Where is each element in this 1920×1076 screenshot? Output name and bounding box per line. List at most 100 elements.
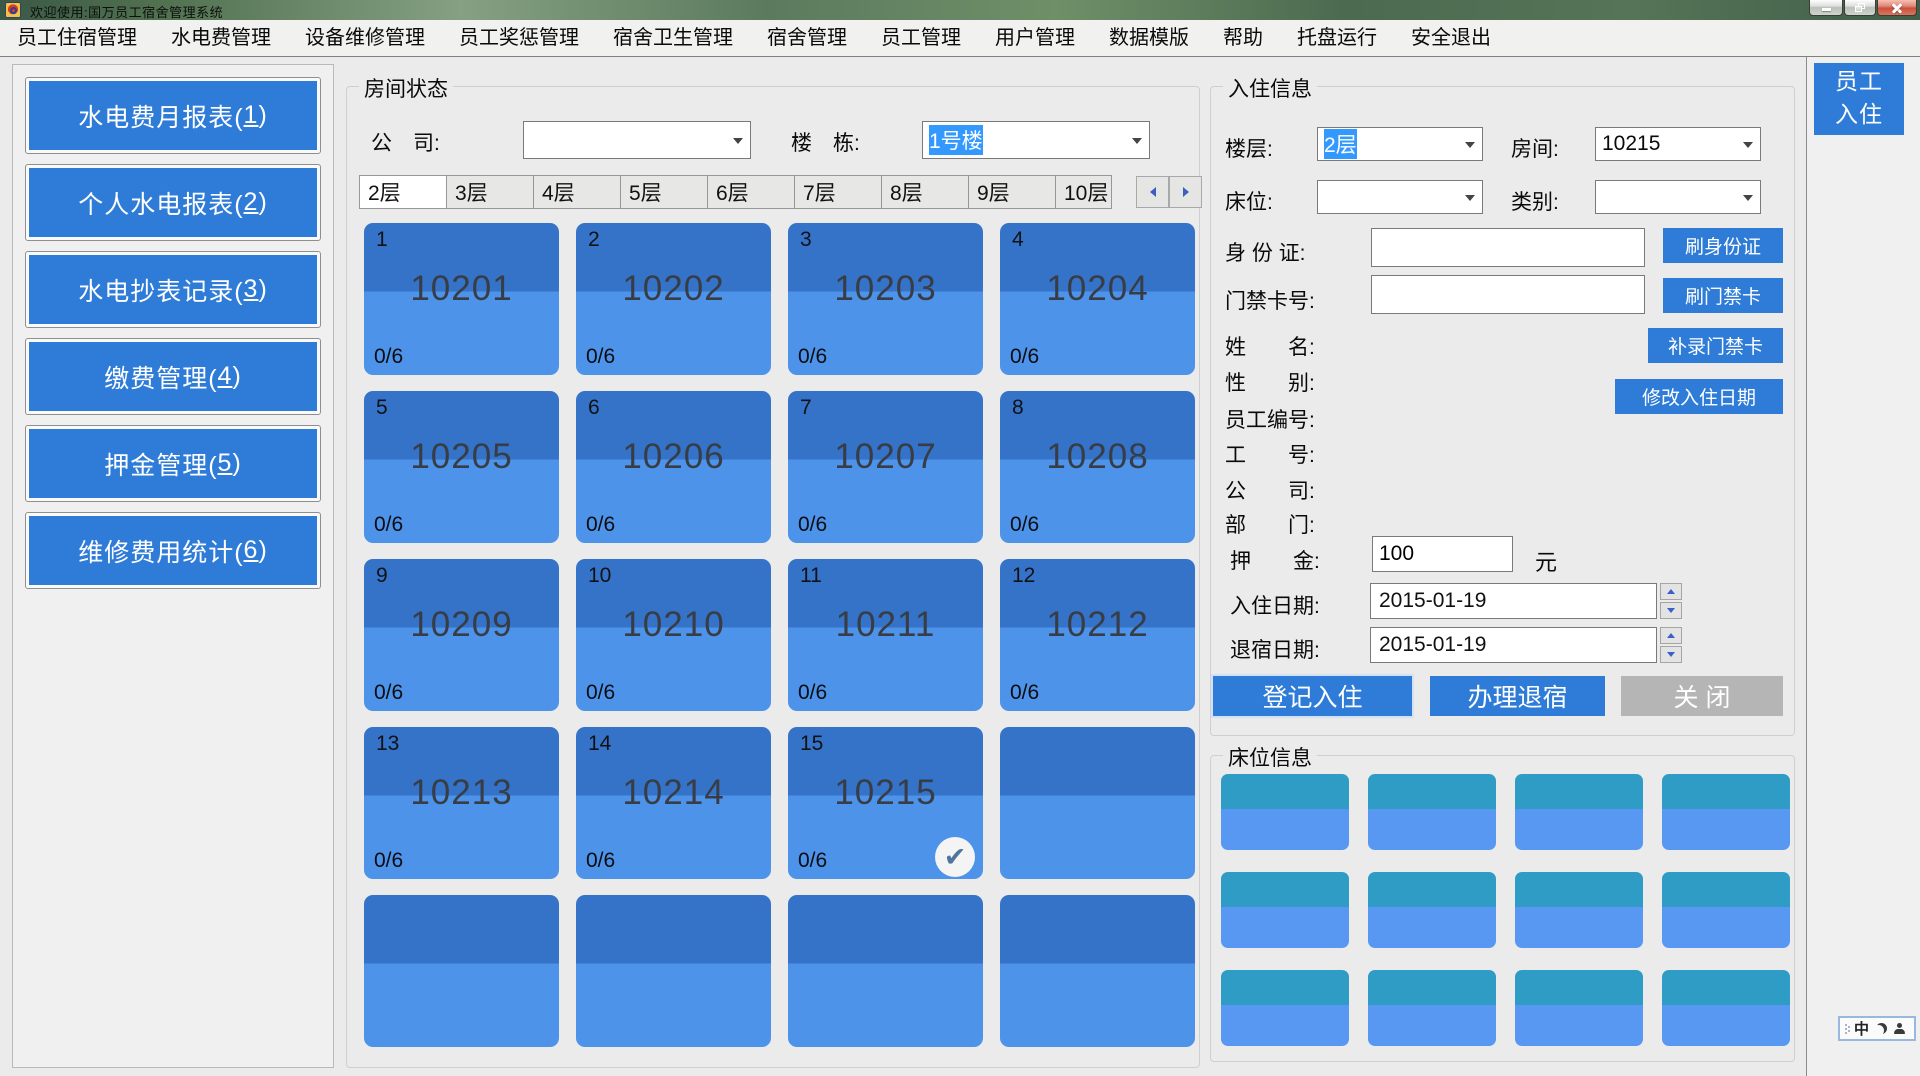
- menu-item[interactable]: 宿舍管理: [750, 20, 864, 56]
- floor-tab[interactable]: 6层: [707, 175, 795, 209]
- menu-item[interactable]: 宿舍卫生管理: [596, 20, 750, 56]
- sidebar-button[interactable]: 缴费管理(4): [25, 338, 321, 415]
- sidebar-button[interactable]: 个人水电报表(2): [25, 164, 321, 241]
- process-checkout-button[interactable]: 办理退宿: [1430, 676, 1605, 716]
- room-occupancy: 0/6: [374, 345, 403, 369]
- bed-card[interactable]: [1662, 970, 1790, 1046]
- bed-card[interactable]: [1515, 774, 1643, 850]
- room-card[interactable]: 5102050/6: [364, 391, 559, 543]
- room-card-empty[interactable]: [788, 895, 983, 1047]
- menu-item[interactable]: 水电费管理: [154, 20, 288, 56]
- menu-item[interactable]: 帮助: [1206, 20, 1280, 56]
- bed-combobox[interactable]: [1317, 180, 1483, 214]
- bed-card[interactable]: [1515, 970, 1643, 1046]
- floor-tab[interactable]: 10层: [1055, 175, 1112, 209]
- category-combobox[interactable]: [1595, 180, 1761, 214]
- ime-language-bar[interactable]: 中: [1838, 1016, 1916, 1041]
- room-card[interactable]: 14102140/6: [576, 727, 771, 879]
- close-panel-button[interactable]: 关 闭: [1621, 676, 1783, 716]
- scan-id-card-button[interactable]: 刷身份证: [1663, 228, 1783, 263]
- room-card[interactable]: 4102040/6: [1000, 223, 1195, 375]
- room-card-empty[interactable]: [364, 895, 559, 1047]
- room-card[interactable]: 7102070/6: [788, 391, 983, 543]
- floor-tab[interactable]: 8层: [881, 175, 969, 209]
- menu-item[interactable]: 用户管理: [978, 20, 1092, 56]
- room-card-empty[interactable]: [1000, 727, 1195, 879]
- deposit-input[interactable]: [1372, 536, 1513, 572]
- ime-fullwidth-moon-icon[interactable]: [1876, 1023, 1887, 1034]
- checkout-date-field[interactable]: 2015-01-19: [1370, 627, 1657, 663]
- tab-scroll-right-button[interactable]: [1169, 176, 1202, 208]
- floor-tab[interactable]: 2层: [359, 175, 447, 209]
- menu-item[interactable]: 设备维修管理: [288, 20, 442, 56]
- sidebar-button-label: 水电抄表记录(3): [29, 255, 317, 324]
- sidebar-button[interactable]: 维修费用统计(6): [25, 512, 321, 589]
- spin-down-button[interactable]: [1660, 646, 1682, 663]
- room-card[interactable]: 12102120/6: [1000, 559, 1195, 711]
- room-occupancy: 0/6: [1010, 513, 1039, 537]
- app-icon: [5, 2, 21, 18]
- room-card[interactable]: 9102090/6: [364, 559, 559, 711]
- menu-item[interactable]: 安全退出: [1394, 20, 1508, 56]
- sidebar-button[interactable]: 水电费月报表(1): [25, 77, 321, 154]
- bed-card[interactable]: [1221, 970, 1349, 1046]
- room-number: 10205: [364, 437, 559, 477]
- scan-access-card-button[interactable]: 刷门禁卡: [1663, 278, 1783, 313]
- sidebar-button[interactable]: 水电抄表记录(3): [25, 251, 321, 328]
- room-card-empty[interactable]: [1000, 895, 1195, 1047]
- ime-drag-handle[interactable]: [1845, 1024, 1847, 1026]
- floor-tab[interactable]: 7层: [794, 175, 882, 209]
- room-card[interactable]: 15102150/6✔: [788, 727, 983, 879]
- sidebar-button[interactable]: 押金管理(5): [25, 425, 321, 502]
- room-card[interactable]: 1102010/6: [364, 223, 559, 375]
- tab-scroll-left-button[interactable]: [1136, 176, 1169, 208]
- ime-language-indicator[interactable]: 中: [1854, 1018, 1869, 1039]
- id-card-label: 身 份 证:: [1225, 237, 1306, 267]
- bed-card[interactable]: [1368, 774, 1496, 850]
- floor-tab[interactable]: 9层: [968, 175, 1056, 209]
- room-card[interactable]: 3102030/6: [788, 223, 983, 375]
- menu-item[interactable]: 员工奖惩管理: [442, 20, 596, 56]
- menu-item[interactable]: 托盘运行: [1280, 20, 1394, 56]
- bed-card[interactable]: [1368, 872, 1496, 948]
- bed-info-panel: 床位信息: [1210, 755, 1795, 1062]
- register-checkin-button[interactable]: 登记入住: [1213, 676, 1412, 716]
- bed-card[interactable]: [1662, 774, 1790, 850]
- room-number: 10215: [788, 773, 983, 813]
- menu-item[interactable]: 员工管理: [864, 20, 978, 56]
- floor-tab[interactable]: 3层: [446, 175, 534, 209]
- bed-card[interactable]: [1368, 970, 1496, 1046]
- menu-item[interactable]: 数据模版: [1092, 20, 1206, 56]
- ime-softkeyboard-icon[interactable]: [1894, 1023, 1905, 1034]
- building-combobox[interactable]: 1号楼: [922, 121, 1150, 159]
- room-card[interactable]: 10102100/6: [576, 559, 771, 711]
- room-card-empty[interactable]: [576, 895, 771, 1047]
- floor-tab[interactable]: 5层: [620, 175, 708, 209]
- room-card[interactable]: 6102060/6: [576, 391, 771, 543]
- id-card-input[interactable]: [1371, 228, 1645, 267]
- supplement-access-card-button[interactable]: 补录门禁卡: [1648, 328, 1783, 363]
- bed-card[interactable]: [1515, 872, 1643, 948]
- spin-up-button[interactable]: [1660, 627, 1682, 644]
- modify-checkin-date-button[interactable]: 修改入住日期: [1615, 379, 1783, 414]
- room-card[interactable]: 2102020/6: [576, 223, 771, 375]
- employee-checkin-button[interactable]: 员工入住: [1814, 63, 1904, 135]
- bed-card[interactable]: [1221, 872, 1349, 948]
- room-combobox[interactable]: 10215: [1595, 127, 1761, 161]
- spin-down-button[interactable]: [1660, 602, 1682, 619]
- spin-up-button[interactable]: [1660, 583, 1682, 600]
- room-card[interactable]: 8102080/6: [1000, 391, 1195, 543]
- close-button[interactable]: [1877, 0, 1917, 16]
- bed-card[interactable]: [1662, 872, 1790, 948]
- restore-button[interactable]: [1844, 0, 1876, 16]
- floor-combobox[interactable]: 2层: [1317, 127, 1483, 161]
- menu-item[interactable]: 员工住宿管理: [0, 20, 154, 56]
- access-card-input[interactable]: [1371, 275, 1645, 314]
- room-card[interactable]: 13102130/6: [364, 727, 559, 879]
- floor-tab[interactable]: 4层: [533, 175, 621, 209]
- checkin-date-field[interactable]: 2015-01-19: [1370, 583, 1657, 619]
- company-combobox[interactable]: [523, 121, 751, 159]
- bed-card[interactable]: [1221, 774, 1349, 850]
- room-card[interactable]: 11102110/6: [788, 559, 983, 711]
- minimize-button[interactable]: [1809, 0, 1843, 16]
